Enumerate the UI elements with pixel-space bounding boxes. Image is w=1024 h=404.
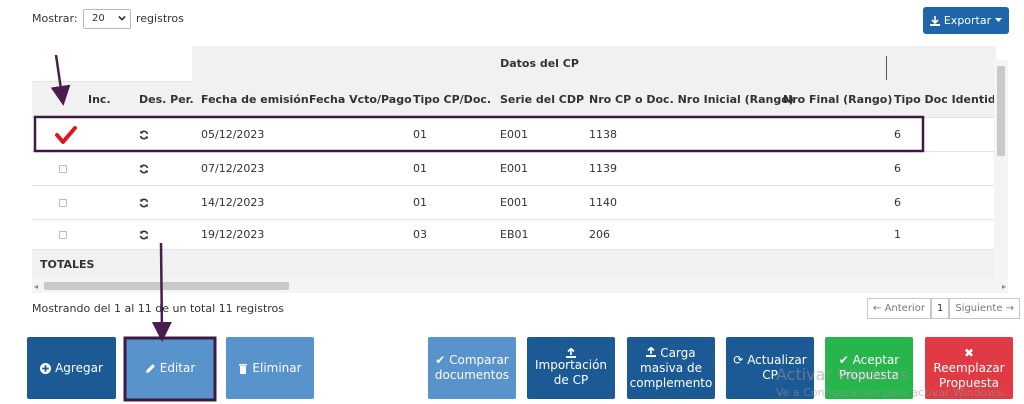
col-tipo-doc-identidad[interactable]: Tipo Doc Identidad xyxy=(894,82,996,117)
scroll-right-icon[interactable]: ▸ xyxy=(1002,282,1006,291)
cell-tipodoc: 1 xyxy=(894,228,901,241)
cell-fecha: 14/12/2023 xyxy=(201,196,265,209)
col-serie-cdp[interactable]: Serie del CDP xyxy=(500,82,584,117)
cell-serie: E001 xyxy=(500,196,528,209)
cell-tipo: 01 xyxy=(413,196,427,209)
group-header-row: Datos del CP xyxy=(32,46,996,82)
delete-button[interactable]: Eliminar xyxy=(226,337,314,399)
add-button[interactable]: Agregar xyxy=(27,337,116,399)
row-checkbox-checked[interactable] xyxy=(55,118,77,151)
close-icon: ✖ xyxy=(963,345,975,360)
cell-tipo: 01 xyxy=(413,128,427,141)
cell-tipo: 01 xyxy=(413,162,427,175)
pagination: ← Anterior 1 Siguiente → xyxy=(867,298,1021,319)
table-row[interactable]: 07/12/2023 01 E001 1139 6 xyxy=(32,152,996,186)
bulk-upload-button[interactable]: Carga masiva de complemento xyxy=(627,337,715,399)
table-row[interactable]: 05/12/2023 01 E001 1138 6 xyxy=(32,118,996,152)
col-des-per[interactable]: Des. Per. xyxy=(139,82,194,117)
sync-icon[interactable] xyxy=(139,164,149,174)
plus-circle-icon xyxy=(40,362,52,374)
compare-documents-button[interactable]: ✔ Comparar documentos xyxy=(428,337,516,399)
cell-nro: 206 xyxy=(589,228,610,241)
windows-watermark-title: Activar Windows xyxy=(776,365,909,384)
col-nro-cp[interactable]: Nro CP o Doc. Nro Inicial (Rango) xyxy=(589,82,794,117)
cell-fecha: 19/12/2023 xyxy=(201,228,265,241)
sync-icon[interactable] xyxy=(139,230,149,240)
totals-label: TOTALES xyxy=(40,258,95,271)
group-header-datos-cp: Datos del CP xyxy=(500,57,579,70)
export-button[interactable]: Exportar xyxy=(923,7,1009,34)
col-tipo-cp[interactable]: Tipo CP/Doc. xyxy=(413,82,491,117)
sync-icon[interactable] xyxy=(139,198,149,208)
cell-tipodoc: 6 xyxy=(894,162,901,175)
sync-icon[interactable] xyxy=(139,130,149,140)
show-label: Mostrar: xyxy=(32,12,78,25)
row-checkbox[interactable] xyxy=(59,230,67,239)
table-row[interactable]: 14/12/2023 01 E001 1140 6 xyxy=(32,186,996,220)
arrow-left-icon: ← xyxy=(873,303,885,314)
refresh-icon: ⟳ xyxy=(733,353,744,367)
row-checkbox[interactable] xyxy=(59,164,67,173)
page-1-button[interactable]: 1 xyxy=(930,298,950,319)
cell-nro: 1139 xyxy=(589,162,617,175)
chevron-down-icon xyxy=(118,15,126,21)
cell-tipodoc: 6 xyxy=(894,196,901,209)
cell-serie: EB01 xyxy=(500,228,529,241)
col-fecha-emision[interactable]: Fecha de emisión xyxy=(201,82,309,117)
row-checkbox[interactable] xyxy=(59,198,67,207)
horizontal-scrollbar[interactable]: ◂ ▸ xyxy=(32,279,1008,293)
cell-serie: E001 xyxy=(500,128,528,141)
col-inc[interactable]: Inc. xyxy=(88,82,111,117)
col-nro-final[interactable]: Nro Final (Rango) xyxy=(783,82,892,117)
showing-info: Mostrando del 1 al 11 de un total 11 reg… xyxy=(32,302,284,315)
windows-watermark-subtitle: Ve a Configuración para activar Windows. xyxy=(776,386,1006,399)
cell-tipodoc: 6 xyxy=(894,128,901,141)
scroll-left-icon[interactable]: ◂ xyxy=(34,282,38,291)
check-icon xyxy=(55,125,77,144)
page-size-select[interactable]: 20 xyxy=(83,9,131,29)
arrow-right-icon: → xyxy=(1002,303,1015,314)
totals-row: TOTALES xyxy=(32,250,996,279)
cell-fecha: 05/12/2023 xyxy=(201,128,265,141)
cell-tipo: 03 xyxy=(413,228,427,241)
upload-icon xyxy=(646,345,657,357)
prev-page-button[interactable]: ← Anterior xyxy=(867,298,931,319)
import-cp-button[interactable]: Importación de CP xyxy=(527,337,615,399)
page-size-value: 20 xyxy=(92,13,105,24)
vertical-scrollbar[interactable] xyxy=(994,60,1008,280)
upload-icon xyxy=(566,348,576,358)
cell-nro: 1138 xyxy=(589,128,617,141)
cell-nro: 1140 xyxy=(589,196,617,209)
table-row[interactable]: 19/12/2023 03 EB01 206 1 xyxy=(32,220,996,250)
records-label: registros xyxy=(136,12,184,25)
cell-serie: E001 xyxy=(500,162,528,175)
caret-down-icon xyxy=(995,18,1003,22)
check-icon: ✔ xyxy=(435,353,450,367)
col-fecha-vcto[interactable]: Fecha Vcto/Pago xyxy=(309,82,412,117)
edit-button[interactable]: Editar xyxy=(126,337,214,399)
download-icon xyxy=(929,15,940,26)
next-page-button[interactable]: Siguiente → xyxy=(949,298,1021,319)
data-table: Datos del CP Inc. Des. Per. Fecha de emi… xyxy=(32,46,1008,294)
trash-icon xyxy=(239,363,248,374)
export-label: Exportar xyxy=(943,14,992,27)
column-header-row: Inc. Des. Per. Fecha de emisión Fecha Vc… xyxy=(32,82,996,118)
pencil-icon xyxy=(145,363,155,373)
cell-fecha: 07/12/2023 xyxy=(201,162,265,175)
